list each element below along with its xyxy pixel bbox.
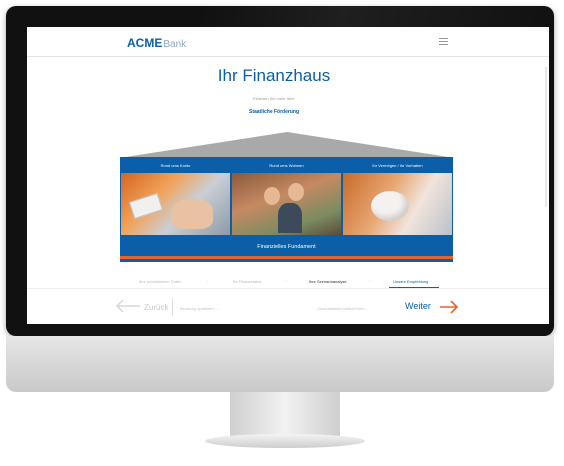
next-arrow-icon[interactable] <box>439 300 459 314</box>
person-icon <box>264 187 280 205</box>
pillar-header-vermoegen[interactable]: Ihr Vermögen / Ihr Vorhaben <box>343 160 452 172</box>
next-button[interactable]: Weiter <box>405 301 431 311</box>
monitor-stand-neck <box>230 392 340 436</box>
active-step-indicator <box>389 287 439 288</box>
hand-icon <box>171 199 213 229</box>
step-separator-icon: › <box>207 278 209 284</box>
pillar-image-vermoegen[interactable] <box>343 173 452 235</box>
back-button[interactable]: Zurück <box>144 303 168 312</box>
step-separator-icon: › <box>369 278 371 284</box>
continue-business-button[interactable]: Geschäftsfeld weiterführen ... <box>317 306 369 311</box>
monitor-stand-base <box>205 434 365 448</box>
foundation-bar[interactable]: Finanzielles Fundament <box>120 239 453 255</box>
hamburger-menu-icon[interactable] <box>439 38 448 45</box>
pillar-image-wohnen[interactable] <box>232 173 341 235</box>
back-arrow-icon[interactable] <box>115 299 141 313</box>
person-icon <box>288 183 304 201</box>
state-funding-link[interactable]: Staatliche Förderung <box>27 109 521 115</box>
step-personal-data[interactable]: Ihre persönlichen Daten <box>139 279 181 284</box>
step-scenario-analysis[interactable]: Ihre Szenarioanalyse <box>309 279 347 284</box>
step-recommendation[interactable]: Unsere Empfehlung <box>393 279 428 284</box>
page-title: Ihr Finanzhaus <box>217 66 331 85</box>
top-navigation-bar: ACMEBank <box>27 27 549 57</box>
piggy-bank-icon <box>371 191 409 221</box>
person-icon <box>278 203 302 233</box>
logo-main-text: ACME <box>127 36 163 50</box>
nav-divider <box>172 298 173 316</box>
pillar-image-konto[interactable] <box>121 173 230 235</box>
scrollbar[interactable] <box>545 67 547 207</box>
pillar-header-konto[interactable]: Rund ums Konto <box>121 160 230 172</box>
screen: ACMEBank Ihr Finanzhaus Erfahren Sie meh… <box>27 27 549 324</box>
progress-stepper: Ihre persönlichen Daten › Ihr Finanzstat… <box>27 275 549 289</box>
foundation-orange-stripe <box>120 256 453 259</box>
house-roof <box>119 132 455 158</box>
bank-card-icon <box>128 192 164 220</box>
foundation-blue-stripe <box>120 260 453 262</box>
pillar-header-wohnen[interactable]: Rund ums Wohnen <box>232 160 341 172</box>
logo-sub-text: Bank <box>163 39 187 50</box>
bank-logo[interactable]: ACMEBank <box>127 36 186 50</box>
page-subtitle: Erfahren Sie mehr über <box>253 96 295 101</box>
step-financial-status[interactable]: Ihr Finanzstatus <box>233 279 261 284</box>
save-consultation-button[interactable]: Beratung speichern ... <box>180 306 219 311</box>
step-separator-icon: › <box>285 278 287 284</box>
monitor-chin <box>6 336 554 392</box>
